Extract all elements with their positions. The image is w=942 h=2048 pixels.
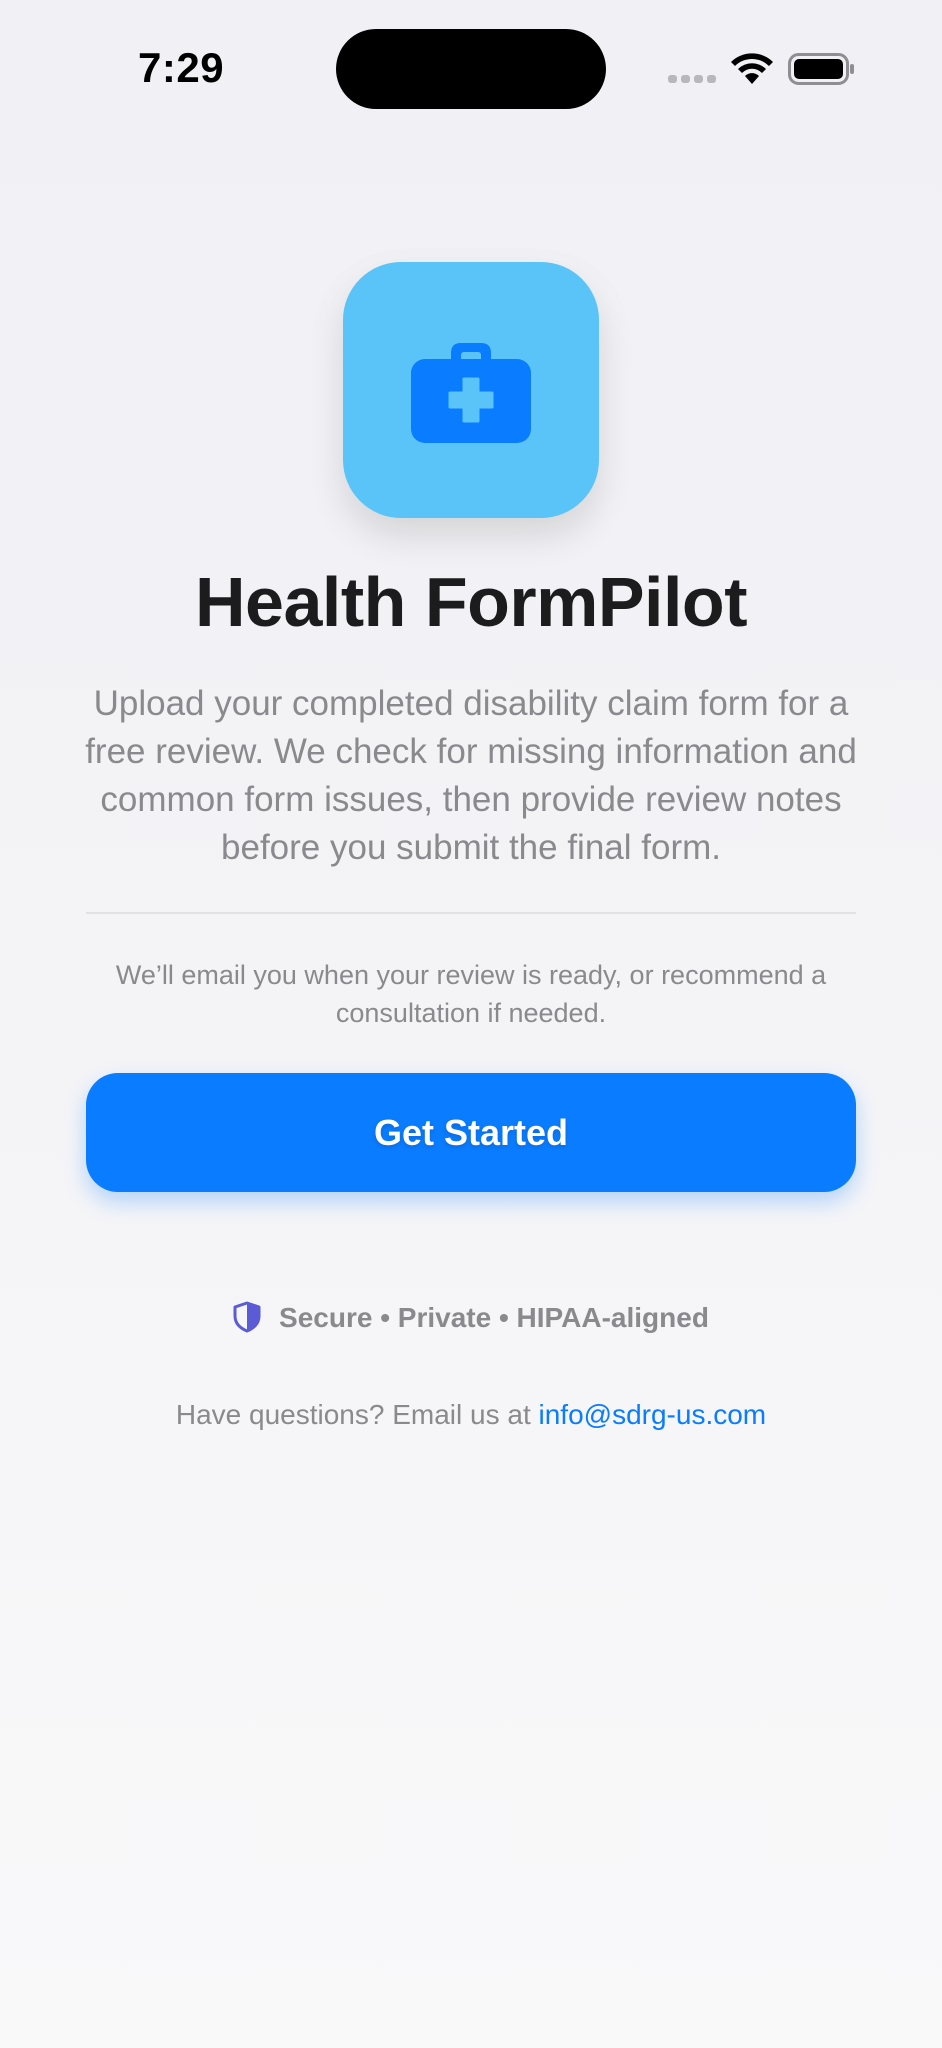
email-note: We’ll email you when your review is read… [115, 960, 827, 1028]
battery-icon [788, 53, 854, 85]
wifi-icon [731, 53, 773, 84]
signal-icon [668, 75, 716, 85]
shield-icon [233, 1301, 261, 1333]
app-description: Upload your completed disability claim f… [85, 684, 857, 867]
app-title: Health FormPilot [194, 563, 748, 641]
contact-row: Have questions? Email us at info@sdrg-us… [0, 1399, 942, 1431]
contact-email-link[interactable]: info@sdrg-us.com [539, 1399, 767, 1430]
status-time: 7:29 [138, 44, 225, 91]
dynamic-island [336, 29, 606, 109]
get-started-button[interactable]: Get Started [86, 1073, 856, 1192]
divider [86, 912, 856, 914]
medical-bag-icon [411, 343, 531, 443]
security-badge: Secure • Private • HIPAA-aligned [0, 1301, 942, 1336]
app-icon [343, 262, 599, 518]
status-bar: 7:29 [0, 0, 942, 140]
contact-prefix: Have questions? Email us at [175, 1399, 531, 1430]
security-text: Secure • Private • HIPAA-aligned [279, 1302, 709, 1333]
